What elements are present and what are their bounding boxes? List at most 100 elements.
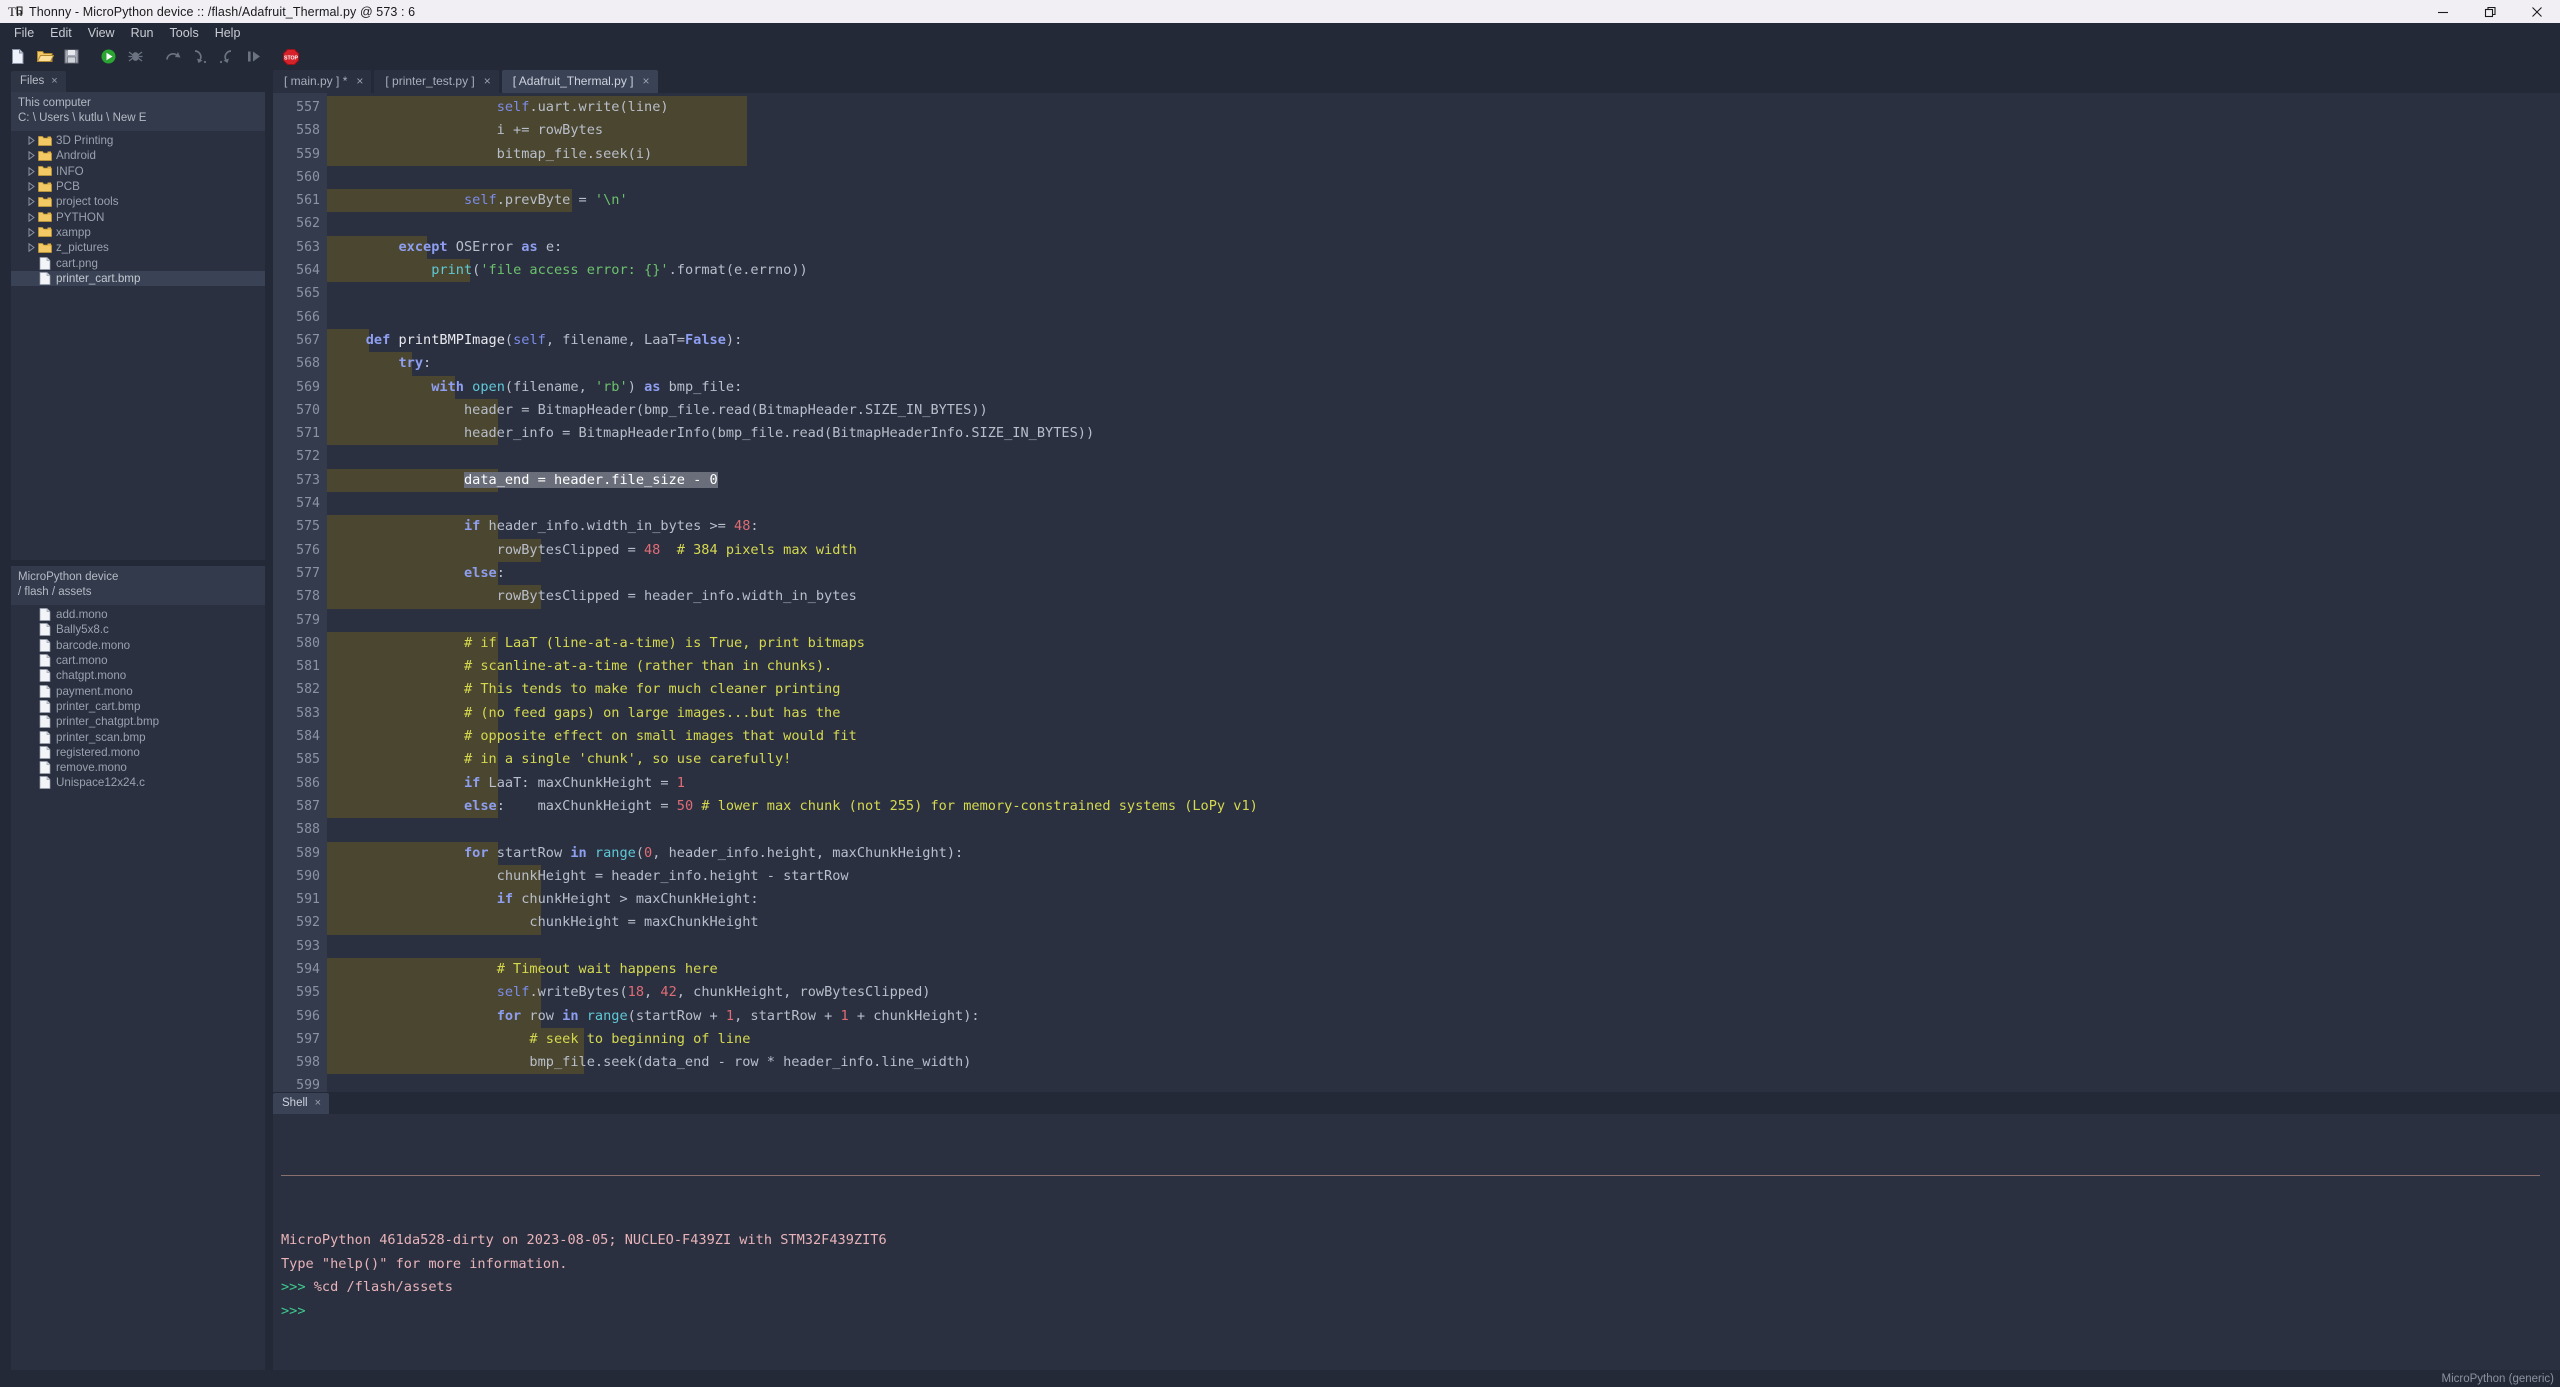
device-tree-item[interactable]: Bally5x8.c [11, 622, 265, 637]
code-line[interactable] [327, 212, 2560, 235]
menu-tools[interactable]: Tools [162, 23, 207, 43]
editor-tab-close-icon[interactable]: × [643, 73, 650, 89]
code-line[interactable]: # opposite effect on small images that w… [327, 725, 2560, 748]
tab-files-close-icon[interactable]: × [51, 74, 57, 88]
close-button[interactable] [2513, 0, 2560, 23]
expand-arrow-icon[interactable] [25, 182, 37, 191]
open-folder-icon[interactable] [31, 44, 58, 69]
expand-arrow-icon[interactable] [25, 197, 37, 206]
tab-files[interactable]: Files × [11, 71, 66, 92]
code-line[interactable]: except OSError as e: [327, 236, 2560, 259]
files-tree-item[interactable]: cart.png [11, 255, 265, 270]
save-icon[interactable] [58, 44, 85, 69]
files-tree-item[interactable]: INFO [11, 164, 265, 179]
code-line[interactable]: for row in range(startRow + 1, startRow … [327, 1005, 2560, 1028]
new-file-icon[interactable] [4, 44, 31, 69]
resume-icon[interactable] [240, 44, 267, 69]
code-line[interactable]: # This tends to make for much cleaner pr… [327, 678, 2560, 701]
code-line[interactable]: else: [327, 562, 2560, 585]
code-line[interactable] [327, 445, 2560, 468]
code-line[interactable]: rowBytesClipped = header_info.width_in_b… [327, 585, 2560, 608]
code-line[interactable]: chunkHeight = header_info.height - start… [327, 865, 2560, 888]
editor-tab[interactable]: [ printer_test.py ]× [374, 70, 498, 93]
code-area[interactable]: 5575585595605615625635645655665675685695… [273, 93, 2560, 1092]
code-line[interactable]: header = BitmapHeader(bmp_file.read(Bitm… [327, 399, 2560, 422]
files-tree-item[interactable]: z_pictures [11, 240, 265, 255]
device-tree-item[interactable]: remove.mono [11, 760, 265, 775]
code-line[interactable]: # seek to beginning of line [327, 1028, 2560, 1051]
stop-icon[interactable]: STOP [277, 44, 304, 69]
menu-help[interactable]: Help [207, 23, 249, 43]
code-line[interactable]: # in a single 'chunk', so use carefully! [327, 748, 2560, 771]
code-line[interactable] [327, 818, 2560, 841]
code-line[interactable]: else: maxChunkHeight = 50 # lower max ch… [327, 795, 2560, 818]
code-line[interactable]: data_end = header.file_size - 0 [327, 469, 2560, 492]
status-interpreter[interactable]: MicroPython (generic) [2442, 1373, 2554, 1385]
code-line[interactable]: # scanline-at-a-time (rather than in chu… [327, 655, 2560, 678]
device-tree-item[interactable]: barcode.mono [11, 638, 265, 653]
menu-run[interactable]: Run [123, 23, 162, 43]
device-tree-item[interactable]: cart.mono [11, 653, 265, 668]
code-line[interactable]: i += rowBytes [327, 119, 2560, 142]
tab-shell-close-icon[interactable]: × [315, 1096, 321, 1110]
code-line[interactable]: # if LaaT (line-at-a-time) is True, prin… [327, 632, 2560, 655]
shell-output[interactable]: MicroPython 461da528-dirty on 2023-08-05… [273, 1114, 2560, 1370]
code-text[interactable]: self.uart.write(line) i += rowBytes bitm… [327, 93, 2560, 1092]
code-line[interactable]: print('file access error: {}'.format(e.e… [327, 259, 2560, 282]
files-tree-item[interactable]: project tools [11, 194, 265, 209]
step-out-icon[interactable] [213, 44, 240, 69]
code-line[interactable] [327, 492, 2560, 515]
device-tree-item[interactable]: registered.mono [11, 745, 265, 760]
code-line[interactable]: def printBMPImage(self, filename, LaaT=F… [327, 329, 2560, 352]
expand-arrow-icon[interactable] [25, 243, 37, 252]
menu-view[interactable]: View [80, 23, 123, 43]
files-tree-item[interactable]: 3D Printing [11, 133, 265, 148]
code-line[interactable]: with open(filename, 'rb') as bmp_file: [327, 376, 2560, 399]
code-line[interactable]: # Timeout wait happens here [327, 958, 2560, 981]
debug-icon[interactable] [122, 44, 149, 69]
files-tree-item[interactable]: printer_cart.bmp [11, 271, 265, 286]
device-tree-item[interactable]: chatgpt.mono [11, 668, 265, 683]
step-over-icon[interactable] [159, 44, 186, 69]
code-line[interactable]: self.writeBytes(18, 42, chunkHeight, row… [327, 981, 2560, 1004]
expand-arrow-icon[interactable] [25, 151, 37, 160]
code-line[interactable]: # (no feed gaps) on large images...but h… [327, 702, 2560, 725]
files-tree-item[interactable]: PYTHON [11, 209, 265, 224]
run-icon[interactable] [95, 44, 122, 69]
code-line[interactable] [327, 935, 2560, 958]
code-line[interactable]: chunkHeight = maxChunkHeight [327, 911, 2560, 934]
device-tree-item[interactable]: payment.mono [11, 683, 265, 698]
code-line[interactable] [327, 166, 2560, 189]
device-tree-item[interactable]: Unispace12x24.c [11, 775, 265, 790]
expand-arrow-icon[interactable] [25, 136, 37, 145]
device-tree-item[interactable]: add.mono [11, 607, 265, 622]
device-tree-item[interactable]: printer_scan.bmp [11, 729, 265, 744]
files-tree-item[interactable]: xampp [11, 225, 265, 240]
maximize-button[interactable] [2466, 0, 2513, 23]
code-line[interactable] [327, 1074, 2560, 1092]
expand-arrow-icon[interactable] [25, 167, 37, 176]
tab-shell[interactable]: Shell × [273, 1093, 329, 1114]
files-tree-item[interactable]: PCB [11, 179, 265, 194]
minimize-button[interactable] [2419, 0, 2466, 23]
code-line[interactable]: if chunkHeight > maxChunkHeight: [327, 888, 2560, 911]
editor-tab[interactable]: [ Adafruit_Thermal.py ]× [502, 70, 658, 93]
code-line[interactable]: bmp_file.seek(data_end - row * header_in… [327, 1051, 2560, 1074]
expand-arrow-icon[interactable] [25, 228, 37, 237]
menu-edit[interactable]: Edit [42, 23, 80, 43]
menu-file[interactable]: File [6, 23, 42, 43]
code-line[interactable]: self.prevByte = '\n' [327, 189, 2560, 212]
code-line[interactable]: rowBytesClipped = 48 # 384 pixels max wi… [327, 539, 2560, 562]
code-line[interactable]: try: [327, 352, 2560, 375]
device-tree-item[interactable]: printer_cart.bmp [11, 699, 265, 714]
editor-tab-close-icon[interactable]: × [484, 73, 491, 89]
device-tree-item[interactable]: printer_chatgpt.bmp [11, 714, 265, 729]
code-line[interactable]: if header_info.width_in_bytes >= 48: [327, 515, 2560, 538]
code-line[interactable]: self.uart.write(line) [327, 96, 2560, 119]
code-line[interactable]: bitmap_file.seek(i) [327, 143, 2560, 166]
editor-tab[interactable]: [ main.py ] *× [273, 70, 371, 93]
code-line[interactable] [327, 306, 2560, 329]
step-into-icon[interactable] [186, 44, 213, 69]
editor-tab-close-icon[interactable]: × [356, 73, 363, 89]
code-line[interactable] [327, 609, 2560, 632]
